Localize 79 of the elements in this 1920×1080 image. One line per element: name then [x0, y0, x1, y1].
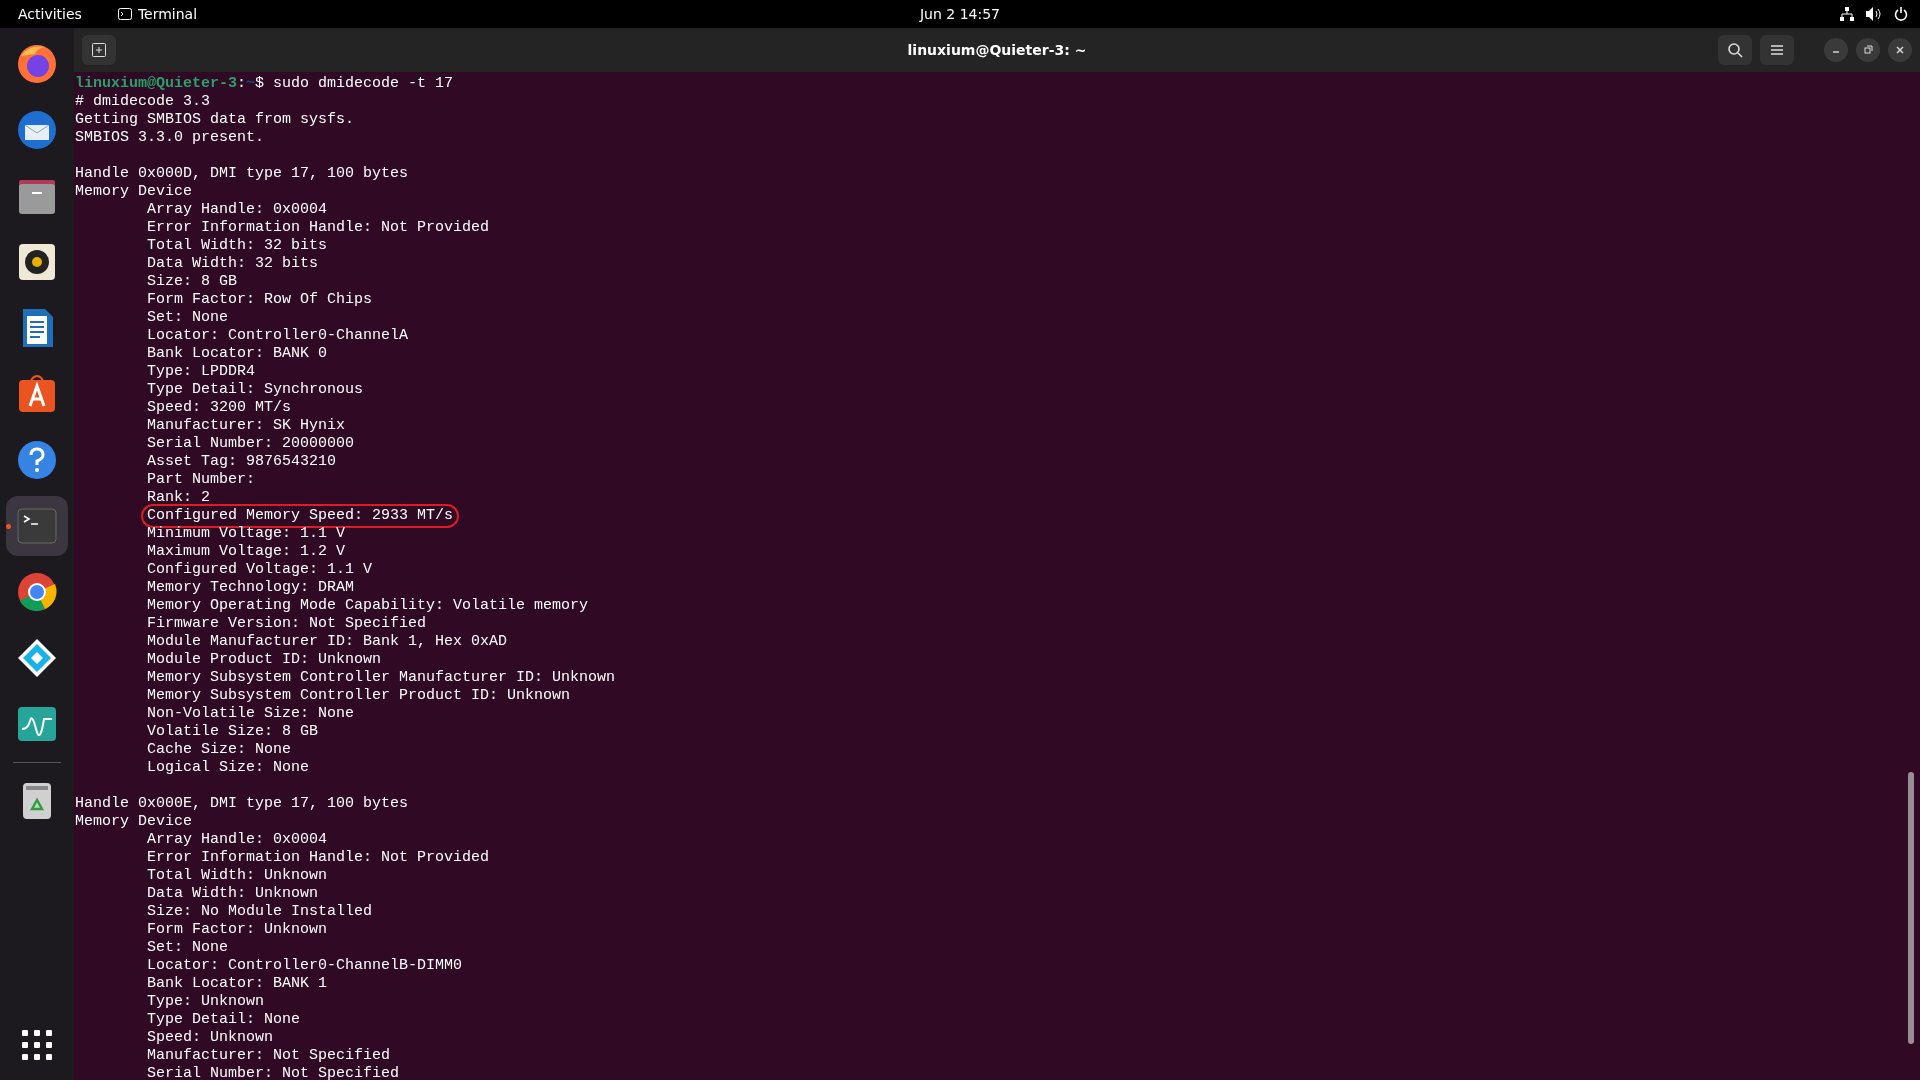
output-line: Array Handle: 0x0004	[147, 831, 328, 849]
menu-button[interactable]	[1760, 35, 1794, 65]
output-line: Serial Number: Not Specified	[147, 1065, 400, 1080]
window-title: linuxium@Quieter-3: ~	[907, 42, 1087, 58]
scrollbar[interactable]	[1908, 772, 1914, 1044]
app-grid-icon[interactable]	[22, 1030, 52, 1060]
close-icon	[1895, 45, 1905, 55]
output-line: Getting SMBIOS data from sysfs.	[75, 111, 355, 129]
output-line: Size: No Module Installed	[147, 903, 373, 921]
output-line: Memory Device	[75, 813, 193, 831]
output-line: Total Width: 32 bits	[147, 237, 328, 255]
output-line: Set: None	[147, 309, 228, 327]
output-line: Form Factor: Unknown	[147, 921, 328, 939]
power-icon[interactable]	[1894, 7, 1908, 21]
terminal-icon	[117, 8, 132, 20]
output-line: Error Information Handle: Not Provided	[147, 849, 490, 867]
new-tab-icon	[92, 43, 106, 57]
output-line: Manufacturer: Not Specified	[147, 1047, 391, 1065]
output-line: Locator: Controller0-ChannelA	[147, 327, 409, 345]
output-line: Total Width: Unknown	[147, 867, 328, 885]
output-line: Minimum Voltage: 1.1 V	[147, 525, 346, 543]
output-line: Module Manufacturer ID: Bank 1, Hex 0xAD	[147, 633, 508, 651]
output-line: Error Information Handle: Not Provided	[147, 219, 490, 237]
activities-button[interactable]: Activities	[18, 6, 82, 22]
output-line: Volatile Size: 8 GB	[147, 723, 319, 741]
browser-icon	[15, 570, 59, 614]
menu-icon	[1770, 44, 1784, 56]
app-menu[interactable]: Terminal	[137, 6, 198, 22]
restore-button[interactable]	[1856, 38, 1880, 62]
output-line: Memory Subsystem Controller Product ID: Unknown	[147, 687, 571, 705]
output-line: # dmidecode 3.3	[75, 93, 211, 111]
output-line: Type: LPDDR4	[147, 363, 256, 381]
mail-icon	[15, 108, 59, 152]
output-line: Memory Operating Mode Capability: Volatile memory	[147, 597, 589, 615]
minimize-button[interactable]	[1824, 38, 1848, 62]
close-button[interactable]	[1888, 38, 1912, 62]
clock[interactable]: Jun 2 14:57	[920, 6, 1000, 22]
volume-icon[interactable]	[1866, 7, 1882, 21]
output-line: Rank: 2	[147, 489, 210, 507]
output-line: SMBIOS 3.3.0 present.	[75, 129, 265, 147]
output-line: Memory Device	[75, 183, 193, 201]
output-line: Speed: Unknown	[147, 1029, 274, 1047]
output-line: Manufacturer: SK Hynix	[147, 417, 346, 435]
output-line: Form Factor: Row Of Chips	[147, 291, 373, 309]
output-line: Handle 0x000E, DMI type 17, 100 bytes	[75, 795, 409, 813]
output-line: Logical Size: None	[147, 759, 310, 777]
output-line: Size: 8 GB	[147, 273, 237, 291]
output-line: Memory Subsystem Controller Manufacturer ID: Unknown	[147, 669, 616, 687]
output-line: Non-Volatile Size: None	[147, 705, 355, 723]
output-line: Part Number:	[147, 471, 256, 489]
output-line: Type Detail: None	[147, 1011, 301, 1029]
help-icon	[15, 438, 59, 482]
output-line: Set: None	[147, 939, 228, 957]
output-line: Type Detail: Synchronous	[147, 381, 364, 399]
output-line: Data Width: 32 bits	[147, 255, 319, 273]
firefox-icon	[15, 42, 59, 86]
output-line: Cache Size: None	[147, 741, 292, 759]
output-line: Bank Locator: BANK 1	[147, 975, 328, 993]
output-line: Firmware Version: Not Specified	[147, 615, 427, 633]
output-line: Memory Technology: DRAM	[147, 579, 355, 597]
network-icon[interactable]	[1840, 7, 1854, 21]
output-line: Bank Locator: BANK 0	[147, 345, 328, 363]
output-line: Configured Memory Speed: 2933 MT/s	[144, 507, 457, 525]
output-line: Data Width: Unknown	[147, 885, 319, 903]
output-line: Configured Voltage: 1.1 V	[147, 561, 373, 579]
new-tab-button[interactable]	[82, 35, 116, 65]
output-line: Serial Number: 20000000	[147, 435, 355, 453]
output-line: Asset Tag: 9876543210	[147, 453, 337, 471]
output-line: Speed: 3200 MT/s	[147, 399, 292, 417]
search-icon	[1727, 42, 1743, 58]
output-line: Type: Unknown	[147, 993, 265, 1011]
search-button[interactable]	[1718, 35, 1752, 65]
output-line: Handle 0x000D, DMI type 17, 100 bytes	[75, 165, 409, 183]
prompt-line: linuxium@Quieter-3:~$ sudo dmidecode -t 17	[75, 75, 454, 93]
output-line: Module Product ID: Unknown	[147, 651, 382, 669]
restore-icon	[1863, 45, 1873, 55]
output-line: Locator: Controller0-ChannelB-DIMM0	[147, 957, 463, 975]
output-line: Array Handle: 0x0004	[147, 201, 328, 219]
output-line: Maximum Voltage: 1.2 V	[147, 543, 346, 561]
